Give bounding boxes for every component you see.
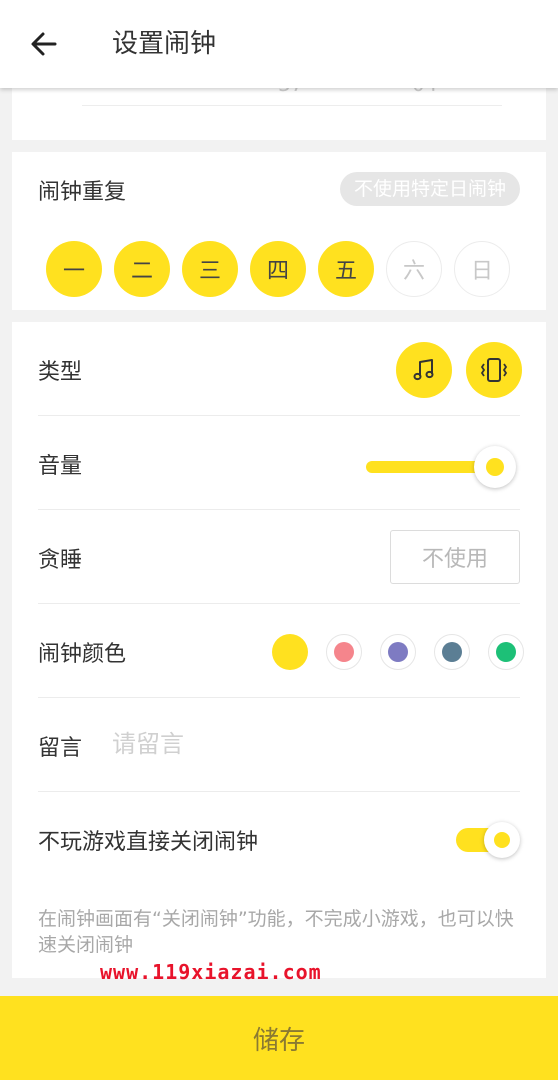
settings-card: 类型 音量 贪睡 不使用 闹钟颜色 留言 请留言 不玩游戏直接关闭闹钟 在闹钟画… bbox=[12, 322, 546, 978]
volume-row: 音量 bbox=[38, 416, 520, 510]
day-fri[interactable]: 五 bbox=[318, 241, 374, 297]
sound-type-button[interactable] bbox=[396, 342, 452, 398]
music-note-icon bbox=[413, 359, 434, 381]
vibrate-icon bbox=[480, 358, 508, 382]
day-sat[interactable]: 六 bbox=[386, 241, 442, 297]
color-swatch-green[interactable] bbox=[488, 634, 524, 670]
color-row: 闹钟颜色 bbox=[38, 604, 524, 698]
repeat-label: 闹钟重复 bbox=[38, 180, 127, 205]
vibrate-type-button[interactable] bbox=[466, 342, 522, 398]
page-title: 设置闹钟 bbox=[112, 29, 217, 59]
day-sun[interactable]: 日 bbox=[454, 241, 510, 297]
snooze-row: 贪睡 不使用 bbox=[38, 510, 520, 604]
day-tue[interactable]: 二 bbox=[114, 241, 170, 297]
watermark-text: www.119xiazai.com bbox=[100, 960, 322, 984]
color-swatch-yellow[interactable] bbox=[272, 634, 308, 670]
volume-label: 音量 bbox=[38, 454, 83, 479]
day-thu[interactable]: 四 bbox=[250, 241, 306, 297]
color-label: 闹钟颜色 bbox=[38, 642, 127, 667]
message-input[interactable] bbox=[112, 724, 492, 764]
no-game-row: 不玩游戏直接关闭闹钟 bbox=[38, 792, 520, 886]
no-game-toggle[interactable] bbox=[456, 822, 520, 858]
no-game-note: 在闹钟画面有“关闭闹钟”功能，不完成小游戏，也可以快速关闭闹钟 bbox=[38, 908, 514, 956]
type-row: 类型 bbox=[38, 322, 522, 416]
volume-slider-thumb[interactable] bbox=[474, 446, 516, 488]
color-swatch-purple[interactable] bbox=[380, 634, 416, 670]
color-swatch-pink[interactable] bbox=[326, 634, 362, 670]
no-specific-day-button[interactable]: 不使用特定日闹钟 bbox=[339, 172, 520, 206]
save-button[interactable]: 储存 bbox=[0, 996, 558, 1080]
arrow-left-icon bbox=[31, 32, 57, 56]
message-row: 留言 bbox=[38, 698, 520, 792]
snooze-select-button[interactable]: 不使用 bbox=[390, 530, 520, 584]
color-swatch-slate[interactable] bbox=[434, 634, 470, 670]
snooze-label: 贪睡 bbox=[38, 548, 83, 573]
day-mon[interactable]: 一 bbox=[46, 241, 102, 297]
no-game-label: 不玩游戏直接关闭闹钟 bbox=[38, 830, 259, 855]
repeat-card: 闹钟重复 不使用特定日闹钟 一 二 三 四 五 六 日 bbox=[12, 152, 546, 310]
message-label: 留言 bbox=[38, 736, 83, 761]
type-label: 类型 bbox=[38, 360, 83, 385]
day-wed[interactable]: 三 bbox=[182, 241, 238, 297]
weekday-selector: 一 二 三 四 五 六 日 bbox=[46, 241, 526, 299]
back-button[interactable] bbox=[26, 26, 62, 62]
top-app-bar: 设置闹钟 bbox=[0, 0, 558, 88]
